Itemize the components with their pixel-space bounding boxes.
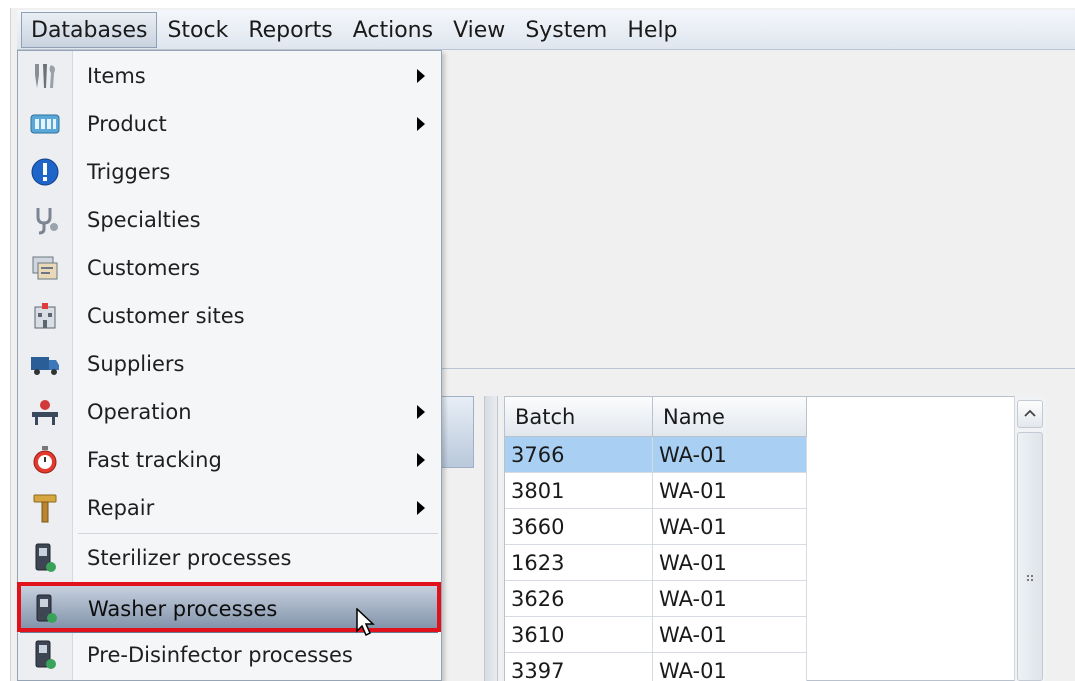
menu-item-pre-disinfector-processes[interactable]: Pre-Disinfector processes: [18, 631, 441, 679]
table-row[interactable]: 3626 WA-01: [505, 581, 807, 617]
batch-cell: 3766: [505, 437, 653, 473]
grip-icon: [1026, 573, 1036, 587]
batch-grid: Batch Name 3766 WA-01 3801 WA-01 3660 WA…: [504, 396, 1044, 681]
grid-rows: 3766 WA-01 3801 WA-01 3660 WA-01 1623 WA…: [505, 437, 807, 681]
chevron-up-icon: [1024, 409, 1036, 417]
left-panel-tab[interactable]: [440, 396, 474, 468]
name-cell: WA-01: [653, 473, 807, 509]
menu-item-label: Fast tracking: [87, 448, 222, 472]
operation-icon: [28, 395, 62, 429]
name-cell: WA-01: [653, 581, 807, 617]
table-row[interactable]: 3801 WA-01: [505, 473, 807, 509]
menu-item-product[interactable]: Product: [18, 100, 441, 148]
menu-item-label: Specialties: [87, 208, 201, 232]
table-row[interactable]: 3766 WA-01: [505, 437, 807, 473]
batch-cell: 3801: [505, 473, 653, 509]
menu-item-items[interactable]: Items: [18, 52, 441, 100]
menu-bar: Databases Stock Reports Actions View Sys…: [17, 10, 1075, 50]
grid-header: Batch Name: [505, 397, 807, 437]
submenu-arrow-icon: [417, 69, 425, 83]
menu-item-label: Triggers: [87, 160, 171, 184]
batch-cell: 3610: [505, 617, 653, 653]
highlight-annotation-box: [17, 582, 441, 632]
menu-item-label: Pre-Disinfector processes: [87, 643, 353, 667]
column-header-name[interactable]: Name: [653, 397, 807, 437]
stopwatch-icon: [28, 443, 62, 477]
splitter[interactable]: [484, 396, 498, 681]
menu-item-customer-sites[interactable]: Customer sites: [18, 292, 441, 340]
scroll-thumb[interactable]: [1017, 432, 1043, 681]
menu-help[interactable]: Help: [617, 12, 687, 48]
submenu-arrow-icon: [417, 501, 425, 515]
stethoscope-icon: [28, 203, 62, 237]
table-row[interactable]: 3397 WA-01: [505, 653, 807, 681]
menu-item-label: Sterilizer processes: [87, 546, 292, 570]
menu-item-suppliers[interactable]: Suppliers: [18, 340, 441, 388]
menu-item-label: Operation: [87, 400, 192, 424]
batch-cell: 3660: [505, 509, 653, 545]
name-cell: WA-01: [653, 653, 807, 681]
menu-item-operation[interactable]: Operation: [18, 388, 441, 436]
name-cell: WA-01: [653, 437, 807, 473]
menu-item-label: Repair: [87, 496, 155, 520]
name-cell: WA-01: [653, 617, 807, 653]
panel-divider: [440, 368, 1075, 369]
pre-disinfector-icon: [28, 638, 62, 672]
vertical-scrollbar[interactable]: [1014, 396, 1046, 681]
menu-databases[interactable]: Databases: [21, 11, 158, 48]
name-cell: WA-01: [653, 545, 807, 581]
scroll-up-button[interactable]: [1017, 400, 1043, 428]
batch-cell: 1623: [505, 545, 653, 581]
menu-item-label: Customer sites: [87, 304, 245, 328]
table-row[interactable]: 1623 WA-01: [505, 545, 807, 581]
menu-reports[interactable]: Reports: [238, 12, 342, 48]
batch-cell: 3626: [505, 581, 653, 617]
menu-item-label: Customers: [87, 256, 200, 280]
submenu-arrow-icon: [417, 117, 425, 131]
menu-system[interactable]: System: [515, 12, 617, 48]
hospital-icon: [28, 299, 62, 333]
submenu-arrow-icon: [417, 405, 425, 419]
customer-card-icon: [28, 251, 62, 285]
menu-item-label: Items: [87, 64, 146, 88]
truck-icon: [28, 347, 62, 381]
menu-item-customers[interactable]: Customers: [18, 244, 441, 292]
batch-cell: 3397: [505, 653, 653, 681]
menu-item-label: Suppliers: [87, 352, 185, 376]
menu-actions[interactable]: Actions: [343, 12, 443, 48]
menu-item-triggers[interactable]: Triggers: [18, 148, 441, 196]
sterilizer-icon: [28, 541, 62, 575]
menu-view[interactable]: View: [443, 12, 515, 48]
submenu-arrow-icon: [417, 453, 425, 467]
tray-icon: [28, 107, 62, 141]
menu-item-sterilizer-processes[interactable]: Sterilizer processes: [18, 534, 441, 582]
table-row[interactable]: 3660 WA-01: [505, 509, 807, 545]
menu-item-repair[interactable]: Repair: [18, 484, 441, 532]
menu-stock[interactable]: Stock: [157, 12, 238, 48]
table-row[interactable]: 3610 WA-01: [505, 617, 807, 653]
alert-icon: [28, 155, 62, 189]
menu-item-specialties[interactable]: Specialties: [18, 196, 441, 244]
name-cell: WA-01: [653, 509, 807, 545]
column-header-batch[interactable]: Batch: [505, 397, 653, 437]
hammer-icon: [28, 491, 62, 525]
menu-item-label: Product: [87, 112, 167, 136]
tools-icon: [28, 59, 62, 93]
menu-item-fast-tracking[interactable]: Fast tracking: [18, 436, 441, 484]
mouse-cursor-icon: [356, 608, 375, 637]
